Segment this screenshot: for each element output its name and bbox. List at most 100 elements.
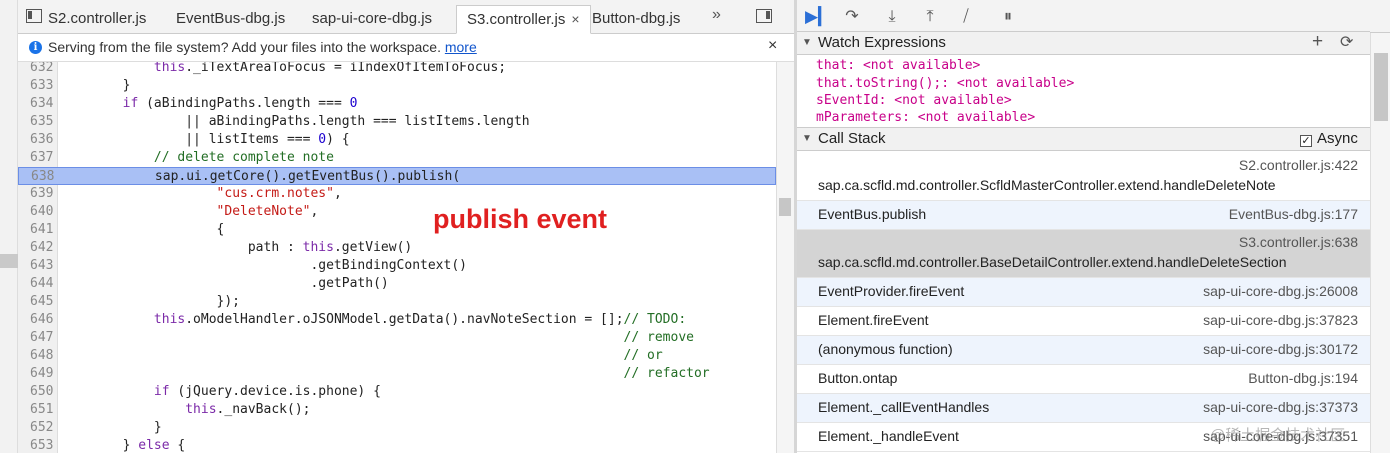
code-line[interactable]: 650 if (jQuery.device.is.phone) { xyxy=(18,383,776,401)
step-out-icon[interactable]: ⤒ xyxy=(919,6,941,28)
line-number[interactable]: 634 xyxy=(18,95,55,113)
watch-item[interactable]: mParameters: <not available> xyxy=(816,110,1035,125)
call-stack-frame[interactable]: sap-ui-core-dbg.js:30172 (anonymous funct… xyxy=(797,336,1370,365)
code-line[interactable]: 643 .getBindingContext() xyxy=(18,257,776,275)
line-number[interactable]: 644 xyxy=(18,275,55,293)
call-stack-frame[interactable]: S3.controller.js:638 sap.ca.scfld.md.cont… xyxy=(797,230,1370,278)
line-number[interactable]: 645 xyxy=(18,293,55,311)
add-watch-icon[interactable]: + xyxy=(1312,31,1323,53)
line-number[interactable]: 642 xyxy=(18,239,55,257)
code-line[interactable]: 642 path : this.getView() xyxy=(18,239,776,257)
tab-label: sap-ui-core-dbg.js xyxy=(312,10,433,27)
line-number[interactable]: 639 xyxy=(18,185,55,203)
code-line[interactable]: 641 { xyxy=(18,221,776,239)
code-line[interactable]: 651 this._navBack(); xyxy=(18,401,776,419)
call-stack-frame[interactable]: Button-dbg.js:194 Button.ontap xyxy=(797,365,1370,394)
deactivate-breakpoints-icon[interactable]: ⧸ xyxy=(955,6,977,28)
call-stack-frame[interactable]: sap-ui-core-dbg.js:37373 Element._callEve… xyxy=(797,394,1370,423)
call-stack-frame[interactable]: EventBus-dbg.js:177 EventBus.publish xyxy=(797,201,1370,230)
code-line[interactable]: 636 || listItems === 0) { xyxy=(18,131,776,149)
code-line[interactable]: 646 this.oModelHandler.oJSONModel.getDat… xyxy=(18,311,776,329)
line-number[interactable]: 648 xyxy=(18,347,55,365)
code-line[interactable]: 653 } else { xyxy=(18,437,776,453)
code-line[interactable]: 635 || aBindingPaths.length === listItem… xyxy=(18,113,776,131)
code-text: // refactor xyxy=(623,366,710,381)
tab-s2-controller[interactable]: S2.controller.js xyxy=(38,6,156,34)
line-number[interactable]: 649 xyxy=(18,365,55,383)
code-line[interactable]: 652 } xyxy=(18,419,776,437)
sidebar-scrollbar-thumb[interactable] xyxy=(1374,53,1388,121)
line-number[interactable]: 647 xyxy=(18,329,55,347)
line-number[interactable]: 636 xyxy=(18,131,55,149)
code-editor[interactable]: 632 this._iTextAreaToFocus = iIndexOfIte… xyxy=(18,62,776,453)
code-line[interactable]: 645 }); xyxy=(18,293,776,311)
editor-scrollbar[interactable] xyxy=(776,62,794,453)
call-stack-frame[interactable]: S2.controller.js:422 sap.ca.scfld.md.cont… xyxy=(797,153,1370,201)
line-number[interactable]: 643 xyxy=(18,257,55,275)
tab-s3-controller[interactable]: S3.controller.js × xyxy=(456,5,591,34)
editor-scrollbar-thumb[interactable] xyxy=(779,198,791,216)
pause-on-exceptions-icon[interactable]: ⏸ xyxy=(997,6,1019,28)
watch-expressions-header[interactable]: ▼ Watch Expressions + ⟳ xyxy=(797,31,1370,55)
async-label: Async xyxy=(1317,130,1358,147)
refresh-watch-icon[interactable]: ⟳ xyxy=(1340,32,1353,54)
watch-item[interactable]: sEventId: <not available> xyxy=(816,93,1012,108)
tab-eventbus-dbg[interactable]: EventBus-dbg.js xyxy=(166,6,295,34)
code-line[interactable]: 648 // or xyxy=(18,347,776,365)
code-line[interactable]: 647 // remove xyxy=(18,329,776,347)
code-line[interactable]: 640 "DeleteNote", xyxy=(18,203,776,221)
step-into-icon[interactable]: ⤓ xyxy=(881,6,903,28)
notice-more-link[interactable]: more xyxy=(445,39,477,55)
line-number[interactable]: 646 xyxy=(18,311,55,329)
code-text: sap.ui.getCore().getEventBus().publish( xyxy=(61,169,461,184)
checkbox-icon[interactable]: ✓ xyxy=(1300,135,1312,147)
frame-location[interactable]: S3.controller.js:638 xyxy=(1239,234,1358,250)
frame-location[interactable]: sap-ui-core-dbg.js:37823 xyxy=(1203,312,1358,328)
line-number[interactable]: 641 xyxy=(18,221,55,239)
tab-label: S2.controller.js xyxy=(48,10,147,27)
sidebar-scrollbar[interactable] xyxy=(1370,33,1390,453)
code-line[interactable]: 639 "cus.crm.notes", xyxy=(18,185,776,203)
tab-button-dbg[interactable]: Button-dbg.js xyxy=(582,6,690,34)
line-number[interactable]: 638 xyxy=(19,168,56,186)
line-number[interactable]: 640 xyxy=(18,203,55,221)
line-number[interactable]: 650 xyxy=(18,383,55,401)
frame-location[interactable]: S2.controller.js:422 xyxy=(1239,157,1358,173)
frame-location[interactable]: sap-ui-core-dbg.js:30172 xyxy=(1203,341,1358,357)
watch-item[interactable]: that.toString();: <not available> xyxy=(816,76,1074,91)
line-number[interactable]: 633 xyxy=(18,77,55,95)
code-text: .getBindingContext() xyxy=(60,258,467,273)
call-stack-frame[interactable]: sap-ui-core-dbg.js:37823 Element.fireEven… xyxy=(797,307,1370,336)
async-checkbox[interactable]: ✓ Async xyxy=(1300,128,1358,150)
resume-icon[interactable]: ▶▎ xyxy=(805,6,831,28)
code-line[interactable]: 637 // delete complete note xyxy=(18,149,776,167)
code-line[interactable]: 638 sap.ui.getCore().getEventBus().publi… xyxy=(18,167,776,185)
line-number[interactable]: 637 xyxy=(18,149,55,167)
call-stack-frame[interactable]: sap-ui-core-dbg.js:26008 EventProvider.fi… xyxy=(797,278,1370,307)
line-number[interactable]: 635 xyxy=(18,113,55,131)
line-number[interactable]: 652 xyxy=(18,419,55,437)
notice-close-icon[interactable]: × xyxy=(768,37,777,55)
toggle-debugger-sidebar-icon[interactable] xyxy=(756,9,772,23)
code-line[interactable]: 644 .getPath() xyxy=(18,275,776,293)
frame-location[interactable]: Button-dbg.js:194 xyxy=(1248,370,1358,386)
debugger-sidebar: ▶▎ ↷ ⤓ ⤒ ⧸ ⏸ ▼ Watch Expressions + ⟳ tha… xyxy=(797,0,1390,453)
line-number[interactable]: 653 xyxy=(18,437,55,453)
tab-sap-ui-core-dbg[interactable]: sap-ui-core-dbg.js xyxy=(302,6,442,34)
frame-function-name: Button.ontap xyxy=(818,370,898,386)
frame-location[interactable]: EventBus-dbg.js:177 xyxy=(1229,206,1358,222)
frame-location[interactable]: sap-ui-core-dbg.js:26008 xyxy=(1203,283,1358,299)
tab-label: S3.controller.js xyxy=(467,11,566,28)
close-tab-icon[interactable]: × xyxy=(571,11,579,27)
call-stack-header[interactable]: ▼ Call Stack ✓ Async xyxy=(797,127,1370,151)
step-over-icon[interactable]: ↷ xyxy=(841,6,863,28)
code-line[interactable]: 633 } xyxy=(18,77,776,95)
frame-location[interactable]: sap-ui-core-dbg.js:37373 xyxy=(1203,399,1358,415)
line-number[interactable]: 632 xyxy=(18,62,55,77)
line-number[interactable]: 651 xyxy=(18,401,55,419)
code-line[interactable]: 632 this._iTextAreaToFocus = iIndexOfIte… xyxy=(18,62,776,77)
more-tabs-icon[interactable]: » xyxy=(712,6,721,24)
watch-item[interactable]: that: <not available> xyxy=(816,58,980,73)
code-line[interactable]: 634 if (aBindingPaths.length === 0 xyxy=(18,95,776,113)
code-line[interactable]: 649 // refactor xyxy=(18,365,776,383)
